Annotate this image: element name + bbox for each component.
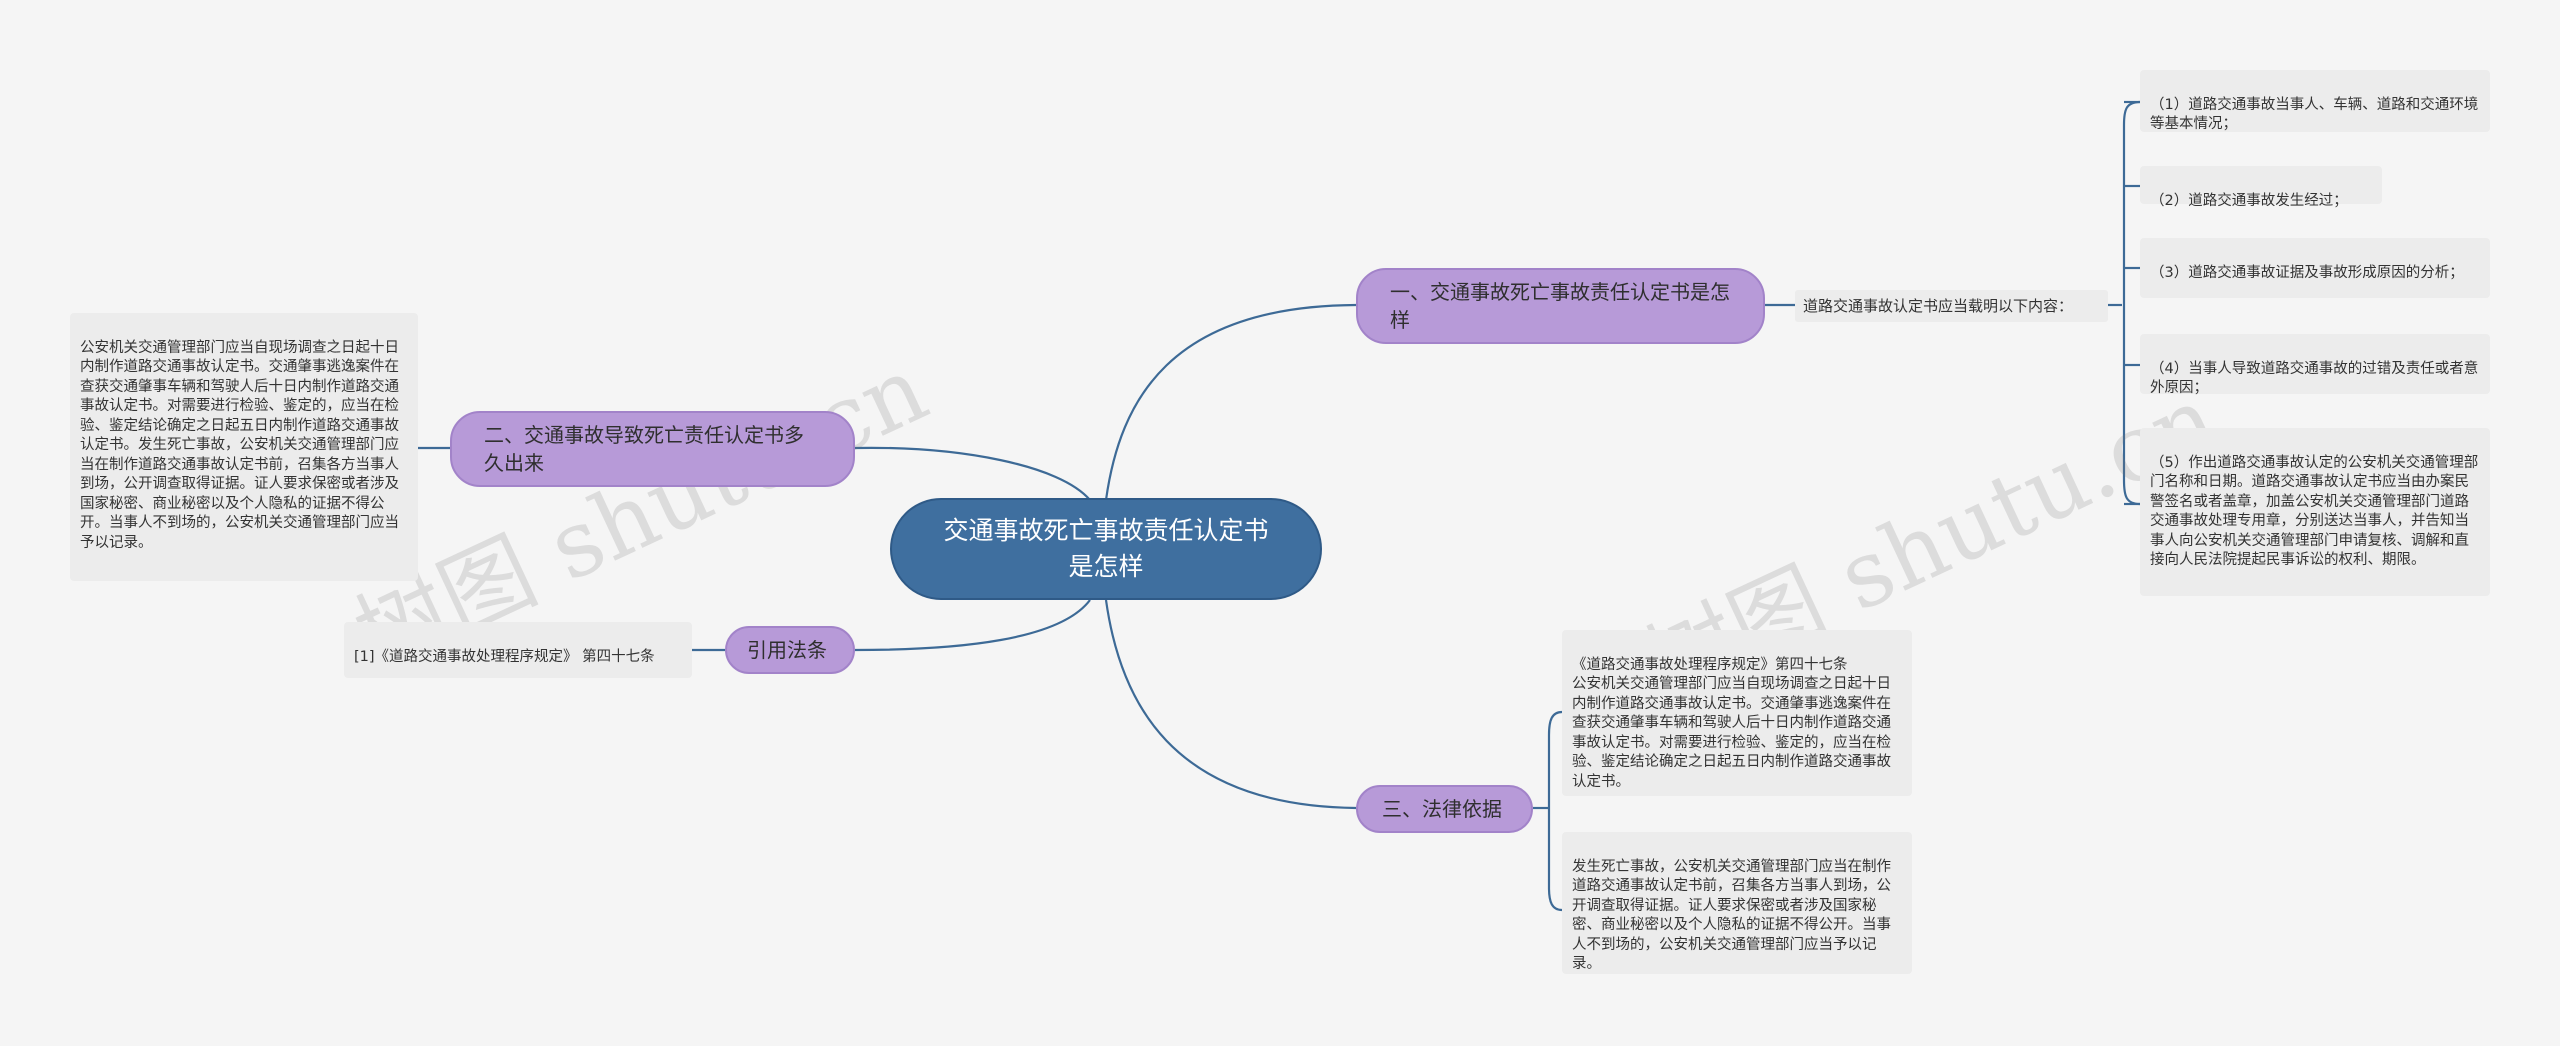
detail-item-1[interactable]: （1）道路交通事故当事人、车辆、道路和交通环境等基本情况； (2140, 70, 2490, 132)
branch-topic-1[interactable]: 一、交通事故死亡事故责任认定书是怎样 (1356, 268, 1765, 344)
detail-text: （3）道路交通事故证据及事故形成原因的分析； (2150, 264, 2464, 281)
subtopic-content-heading[interactable]: 道路交通事故认定书应当载明以下内容： (1795, 290, 2108, 322)
link-root-b2 (854, 446, 1091, 501)
detail-note-branch-2[interactable]: 公安机关交通管理部门应当自现场调查之日起十日内制作道路交通事故认定书。交通肇事逃… (70, 313, 418, 581)
branch-topic-2[interactable]: 二、交通事故导致死亡责任认定书多久出来 (450, 411, 855, 487)
brace-b4 (1547, 710, 1563, 912)
branch-topic-label: 引用法条 (747, 638, 827, 662)
detail-item-5[interactable]: （5）作出道路交通事故认定的公安机关交通管理部门名称和日期。道路交通事故认定书应… (2140, 428, 2490, 596)
detail-item-3[interactable]: （3）道路交通事故证据及事故形成原因的分析； (2140, 238, 2490, 298)
branch-topic-label: 三、法律依据 (1382, 797, 1502, 821)
branch-topic-label: 一、交通事故死亡事故责任认定书是怎样 (1390, 280, 1730, 332)
detail-law-text-2[interactable]: 发生死亡事故，公安机关交通管理部门应当在制作道路交通事故认定书前，召集各方当事人… (1562, 832, 1912, 974)
detail-text: （4）当事人导致道路交通事故的过错及责任或者意外原因； (2150, 360, 2479, 397)
detail-text: 发生死亡事故，公安机关交通管理部门应当在制作道路交通事故认定书前，召集各方当事人… (1572, 858, 1891, 973)
brace-b1 (2122, 100, 2141, 506)
detail-note-citation[interactable]: [1]《道路交通事故处理程序规定》 第四十七条 (344, 622, 692, 678)
detail-text: （5）作出道路交通事故认定的公安机关交通管理部门名称和日期。道路交通事故认定书应… (2150, 454, 2479, 569)
branch-topic-4[interactable]: 三、法律依据 (1356, 785, 1533, 833)
root-topic-label: 交通事故死亡事故责任认定书是怎样 (943, 516, 1269, 581)
link-root-b4 (1104, 599, 1357, 810)
detail-text: 公安机关交通管理部门应当自现场调查之日起十日内制作道路交通事故认定书。交通肇事逃… (80, 339, 399, 551)
root-topic[interactable]: 交通事故死亡事故责任认定书是怎样 (890, 498, 1322, 600)
subtopic-label: 道路交通事故认定书应当载明以下内容： (1803, 297, 2074, 315)
detail-text: [1]《道路交通事故处理程序规定》 第四十七条 (354, 648, 655, 665)
detail-item-2[interactable]: （2）道路交通事故发生经过； (2140, 166, 2382, 209)
link-root-b1 (1104, 303, 1357, 501)
link-root-b3 (854, 599, 1091, 652)
detail-law-text-1[interactable]: 《道路交通事故处理程序规定》第四十七条 公安机关交通管理部门应当自现场调查之日起… (1562, 630, 1912, 796)
detail-text: （1）道路交通事故当事人、车辆、道路和交通环境等基本情况； (2150, 96, 2479, 133)
branch-topic-3[interactable]: 引用法条 (725, 626, 855, 674)
detail-text: 《道路交通事故处理程序规定》第四十七条 公安机关交通管理部门应当自现场调查之日起… (1572, 656, 1891, 790)
detail-text: （2）道路交通事故发生经过； (2150, 192, 2348, 209)
detail-item-4[interactable]: （4）当事人导致道路交通事故的过错及责任或者意外原因； (2140, 334, 2490, 397)
branch-topic-label: 二、交通事故导致死亡责任认定书多久出来 (484, 423, 804, 475)
